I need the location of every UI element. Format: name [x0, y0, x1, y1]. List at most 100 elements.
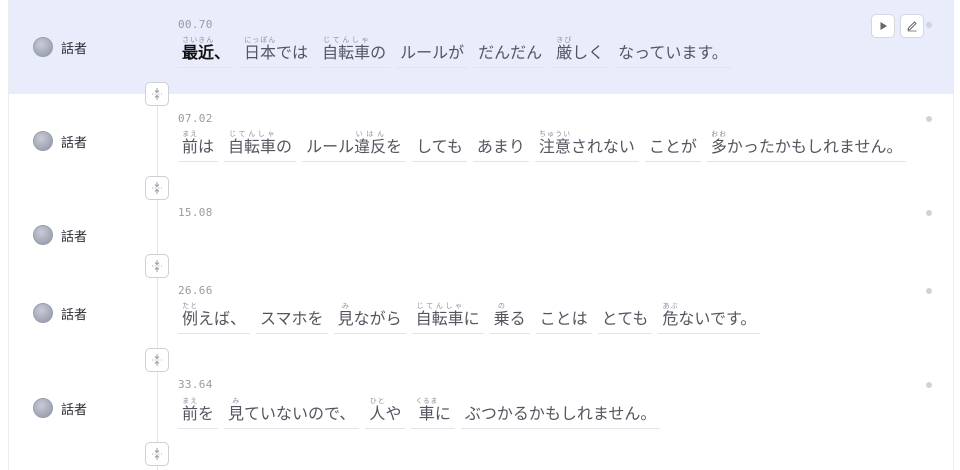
transcript-segment[interactable]: 話者 26.66 例たとえば、 スマホを 見みながら 自転車じてんしゃに 乗のる ことは とても… — [9, 266, 953, 360]
transcript-word[interactable]: スマホを — [256, 309, 328, 334]
furigana-word: 厳きび — [556, 36, 573, 62]
transcript-word[interactable]: 車くるまに — [411, 397, 455, 429]
segment-timestamp[interactable]: 00.70 — [178, 18, 213, 31]
furigana-reading: まえ — [182, 130, 199, 138]
merge-segments-button[interactable] — [145, 442, 169, 466]
transcript-word[interactable]: 人ひとや — [365, 397, 406, 429]
transcript-word[interactable]: 前まえは — [178, 130, 219, 162]
furigana-word: 乗の — [493, 302, 510, 328]
furigana-word: 最近さいきん — [182, 36, 215, 62]
status-dot-icon — [926, 116, 932, 122]
furigana-word: 車くるま — [415, 397, 438, 423]
speaker-avatar — [33, 131, 53, 151]
transcript-word[interactable]: 自転車じてんしゃの — [318, 36, 391, 68]
merge-segments-icon — [152, 182, 162, 194]
play-button[interactable] — [871, 14, 895, 38]
edit-button[interactable] — [900, 14, 924, 38]
speaker-name: 話者 — [61, 402, 88, 418]
transcript-word[interactable]: ことは — [535, 309, 592, 334]
furigana-word: 人ひと — [369, 397, 386, 423]
transcript-segment[interactable]: 話者 07.02 前まえは 自転車じてんしゃの ルール違反いはんを しても あまり 注意ちゅう… — [9, 94, 953, 188]
transcript-word[interactable]: 前まえを — [178, 397, 219, 429]
merge-segments-button[interactable] — [145, 254, 169, 278]
speaker-label[interactable]: 話者 — [33, 225, 87, 245]
merge-segments-icon — [152, 448, 162, 460]
segment-timestamp[interactable]: 33.64 — [178, 378, 213, 391]
speaker-label[interactable]: 話者 — [33, 398, 87, 418]
furigana-reading: たと — [182, 302, 199, 310]
transcript-word[interactable]: 厳きびしく — [552, 36, 609, 68]
transcript-word[interactable]: 最近さいきん、 — [178, 36, 235, 68]
speaker-name: 話者 — [61, 307, 88, 323]
merge-segments-button[interactable] — [145, 348, 169, 372]
speaker-avatar — [33, 225, 53, 245]
furigana-reading: さいきん — [182, 36, 215, 44]
furigana-word: 違反いはん — [354, 130, 387, 156]
furigana-reading: きび — [556, 36, 573, 44]
segment-words: 前まえを 見みていないので、 人ひとや 車くるまに ぶつかるかもしれません。 — [178, 397, 666, 429]
speaker-label[interactable]: 話者 — [33, 131, 87, 151]
speaker-avatar — [33, 37, 53, 57]
transcript-word[interactable]: 日本にっぽんでは — [240, 36, 313, 68]
furigana-word: 自転車じてんしゃ — [415, 302, 464, 328]
speaker-label[interactable]: 話者 — [33, 37, 87, 57]
speaker-avatar — [33, 303, 53, 323]
transcript-word[interactable]: 見みながら — [333, 302, 406, 334]
transcript-segment[interactable]: 話者 00.70 最近さいきん、 日本にっぽんでは 自転車じてんしゃの ルールが だんだん厳… — [9, 0, 953, 94]
transcript-word[interactable]: あまり — [472, 137, 529, 162]
furigana-word: 危あぶ — [662, 302, 679, 328]
furigana-reading: ひと — [369, 397, 386, 405]
furigana-word: 見み — [337, 302, 354, 328]
transcript-word[interactable]: だんだん — [474, 43, 547, 68]
transcript-word[interactable]: しても — [412, 137, 467, 162]
speaker-name: 話者 — [61, 41, 88, 57]
furigana-reading: いはん — [354, 130, 387, 138]
furigana-word: 前まえ — [182, 130, 199, 156]
transcript-word[interactable]: 例たとえば、 — [178, 302, 251, 334]
status-dot-icon — [926, 288, 932, 294]
segment-timestamp[interactable]: 26.66 — [178, 284, 213, 297]
merge-segments-icon — [152, 88, 162, 100]
furigana-reading: まえ — [182, 397, 199, 405]
transcript-word[interactable]: とても — [597, 309, 653, 334]
transcript-word[interactable]: ぶつかるかもしれません。 — [460, 404, 661, 429]
merge-segments-button[interactable] — [145, 176, 169, 200]
transcript-word[interactable]: 多おおかったかもしれません。 — [706, 130, 907, 162]
furigana-reading: じてんしゃ — [415, 302, 464, 310]
furigana-word: 前まえ — [182, 397, 199, 423]
transcript-word[interactable]: 自転車じてんしゃに — [411, 302, 484, 334]
segment-words: 最近さいきん、 日本にっぽんでは 自転車じてんしゃの ルールが だんだん 厳きびしく なって… — [178, 36, 738, 68]
furigana-word: 多おお — [710, 130, 727, 156]
furigana-reading: じてんしゃ — [322, 36, 371, 44]
furigana-word: 自転車じてんしゃ — [322, 36, 371, 62]
transcript-word[interactable]: ことが — [644, 137, 701, 162]
transcript-word[interactable]: ルール違反いはんを — [302, 130, 407, 162]
furigana-reading: ちゅうい — [538, 130, 571, 138]
status-dot-icon — [926, 382, 932, 388]
furigana-reading: くるま — [415, 397, 438, 405]
transcript-word[interactable]: 注意ちゅういされない — [534, 130, 639, 162]
furigana-word: 例たと — [182, 302, 199, 328]
segment-timestamp[interactable]: 15.08 — [178, 206, 213, 219]
speaker-label[interactable]: 話者 — [33, 303, 87, 323]
furigana-reading: の — [493, 302, 510, 310]
pencil-icon — [907, 21, 917, 32]
furigana-word: 日本にっぽん — [244, 36, 277, 62]
furigana-reading: み — [337, 302, 354, 310]
transcript-word[interactable]: ルールが — [396, 43, 469, 68]
merge-segments-button[interactable] — [145, 82, 169, 106]
transcript-segment[interactable]: 話者 33.64 前まえを 見みていないので、 人ひとや 車くるまに ぶつかるかもしれません… — [9, 360, 953, 454]
transcript-word[interactable]: 自転車じてんしゃの — [224, 130, 297, 162]
furigana-reading: おお — [710, 130, 727, 138]
furigana-reading: み — [228, 397, 245, 405]
transcript-word[interactable]: 見みていないので、 — [224, 397, 360, 429]
furigana-reading: にっぽん — [244, 36, 277, 44]
transcript-word[interactable]: 乗のる — [489, 302, 530, 334]
play-icon — [880, 22, 887, 30]
transcript-word[interactable]: なっています。 — [614, 43, 732, 68]
furigana-reading: じてんしゃ — [228, 130, 277, 138]
segment-timestamp[interactable]: 07.02 — [178, 112, 213, 125]
transcript-panel: 話者 00.70 最近さいきん、 日本にっぽんでは 自転車じてんしゃの ルールが だんだん厳… — [8, 0, 954, 470]
status-dot-icon — [926, 22, 932, 28]
transcript-word[interactable]: 危あぶないです。 — [658, 302, 761, 334]
